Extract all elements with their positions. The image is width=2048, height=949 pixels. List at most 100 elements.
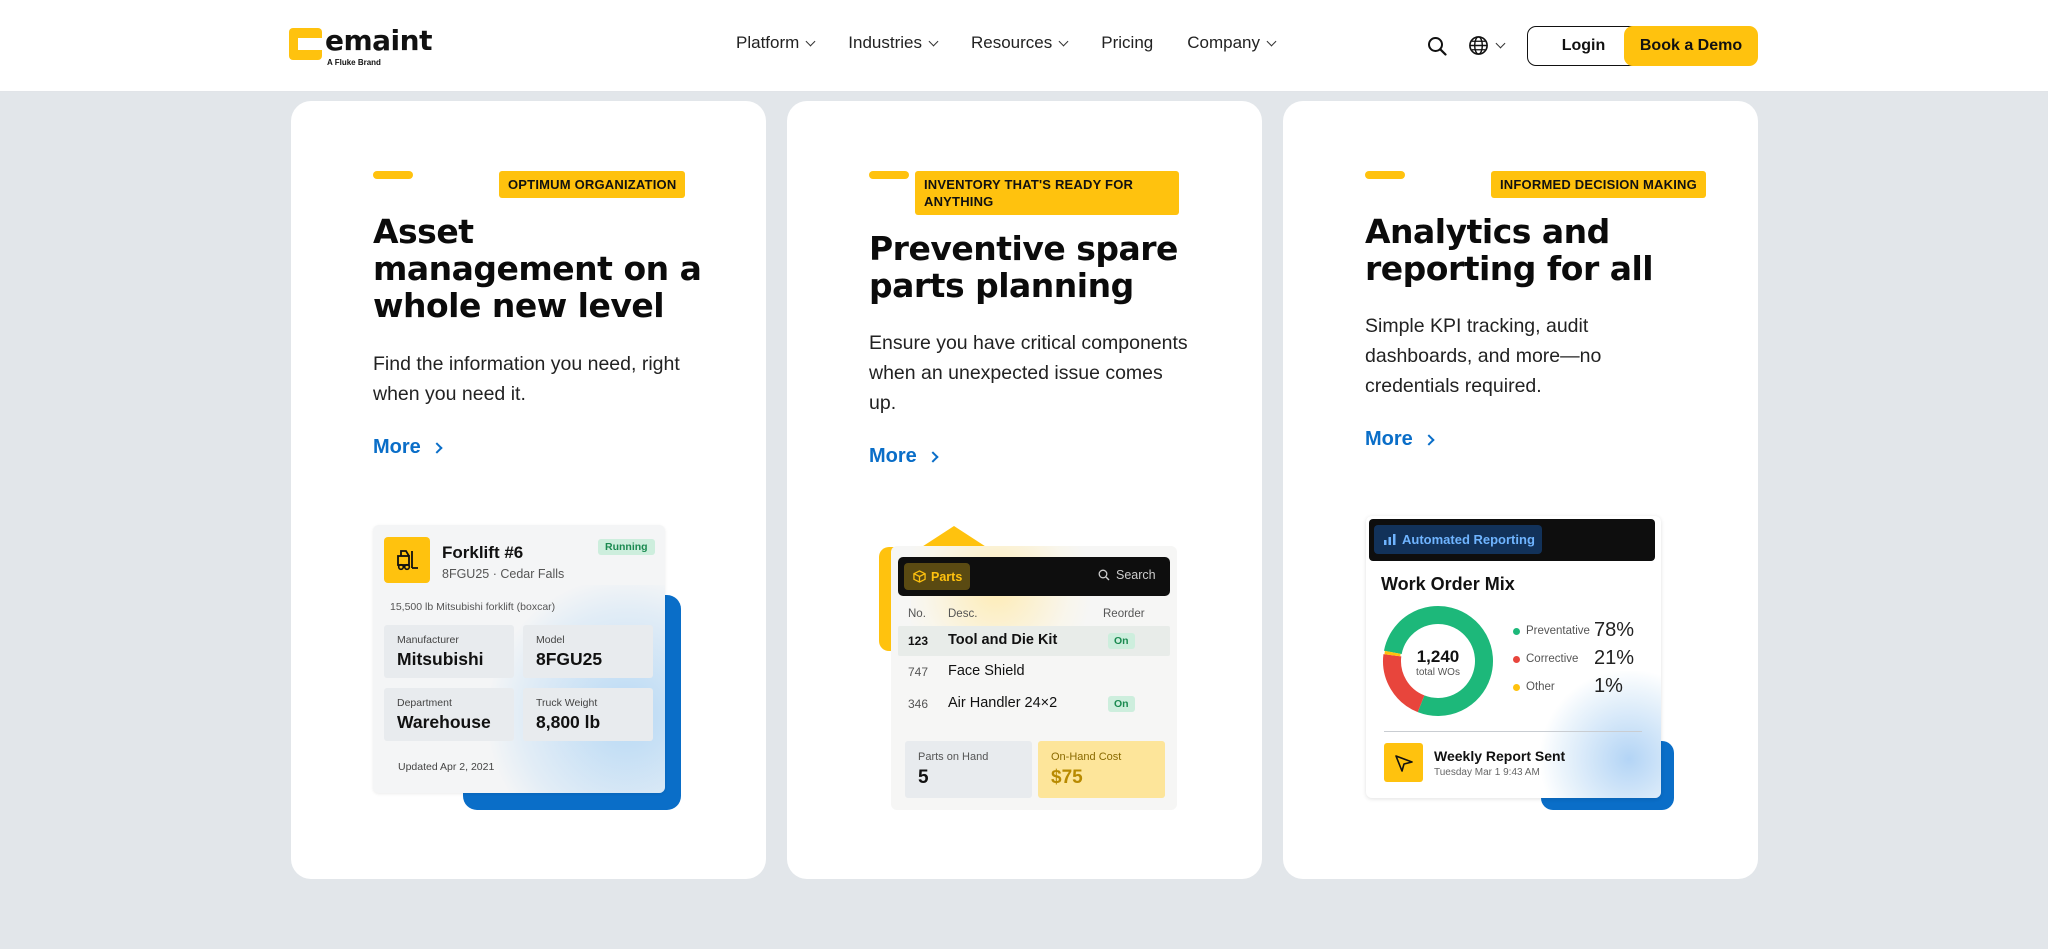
reporting-mockup: Automated Reporting Work Order Mix 1,240… <box>1366 516 1661 798</box>
report-date: Tuesday Mar 1 9:43 AM <box>1434 767 1540 778</box>
col-header-reorder: Reorder <box>1103 608 1145 620</box>
reporting-toolbar: Automated Reporting <box>1369 519 1655 561</box>
field-label: Department <box>397 697 452 709</box>
asset-description: 15,500 lb Mitsubishi forklift (boxcar) <box>390 601 556 613</box>
more-label: More <box>373 436 421 458</box>
legend-pct-preventative: 78% <box>1594 619 1635 641</box>
card-title: Preventive spare parts planning <box>869 229 1178 305</box>
donut-total-label: total WOs <box>1416 667 1460 678</box>
part-desc: Tool and Die Kit <box>948 632 1058 648</box>
accent-dash <box>1365 171 1405 179</box>
chevron-right-icon <box>431 441 443 454</box>
search-icon[interactable] <box>1427 36 1447 56</box>
more-label: More <box>869 445 917 467</box>
globe-icon <box>1469 36 1488 55</box>
legend-preventative: Preventative <box>1513 625 1590 637</box>
table-row: 123 Tool and Die Kit On <box>898 626 1170 656</box>
language-selector[interactable] <box>1468 35 1506 56</box>
part-no: 747 <box>908 665 929 679</box>
chevron-down-icon <box>928 36 939 46</box>
legend-label: Corrective <box>1526 653 1579 665</box>
table-row: 346 Air Handler 24×2 On <box>898 689 1170 719</box>
chevron-down-icon <box>805 36 816 46</box>
legend-dot <box>1513 627 1520 635</box>
reorder-badge: On <box>1108 696 1135 712</box>
eyebrow-tag: INVENTORY THAT'S READY FOR ANYTHING <box>915 171 1179 215</box>
parts-toolbar: Parts Search <box>898 557 1170 596</box>
forklift-icon <box>384 537 430 583</box>
logo-tagline: A Fluke Brand <box>327 58 381 67</box>
reorder-badge: On <box>1108 633 1135 649</box>
eyebrow-tag: INFORMED DECISION MAKING <box>1491 171 1706 198</box>
chevron-right-icon <box>1423 433 1435 446</box>
stat-value: $75 <box>1051 767 1083 788</box>
site-header: emaint A Fluke Brand Platform Industries… <box>0 0 2048 92</box>
card-description: Simple KPI tracking, audit dashboards, a… <box>1365 315 1602 397</box>
card-description: Find the information you need, right whe… <box>373 353 680 405</box>
asset-record-mockup: Forklift #6 8FGU25 · Cedar Falls Running… <box>373 525 665 793</box>
legend-dot <box>1513 683 1520 691</box>
nav-resources[interactable]: Resources <box>971 33 1069 53</box>
card-description: Ensure you have critical components when… <box>869 332 1188 414</box>
legend-label: Preventative <box>1526 625 1590 637</box>
logo-wordmark: emaint <box>325 24 432 57</box>
status-badge: Running <box>598 539 655 555</box>
legend-corrective: Corrective <box>1513 653 1578 665</box>
report-title: Weekly Report Sent <box>1434 748 1566 764</box>
automated-reporting-tab: Automated Reporting <box>1374 525 1542 554</box>
more-link[interactable]: More <box>1365 428 1435 451</box>
feature-card-asset-management: OPTIMUM ORGANIZATION Asset management on… <box>291 101 766 879</box>
search-icon <box>1098 569 1110 581</box>
nav-industries[interactable]: Industries <box>848 33 939 53</box>
stat-label: On-Hand Cost <box>1051 751 1122 763</box>
card-title: Asset management on a whole new level <box>373 212 702 325</box>
asset-subtitle: 8FGU25 · Cedar Falls <box>442 567 565 581</box>
divider <box>1384 731 1642 732</box>
book-demo-button[interactable]: Book a Demo <box>1624 26 1758 66</box>
nav-label: Industries <box>848 33 922 52</box>
nav-label: Pricing <box>1101 33 1154 52</box>
stat-on-hand-cost: On-Hand Cost $75 <box>1038 741 1165 798</box>
legend-pct-other: 1% <box>1594 675 1623 697</box>
legend-pct-corrective: 21% <box>1594 647 1635 669</box>
chevron-down-icon <box>1058 36 1069 46</box>
chart-title: Work Order Mix <box>1381 574 1515 594</box>
field-value: Mitsubishi <box>397 649 484 669</box>
part-desc: Air Handler 24×2 <box>948 695 1058 711</box>
card-title: Analytics and reporting for all <box>1365 212 1654 288</box>
nav-pricing[interactable]: Pricing <box>1101 33 1153 53</box>
emaint-logo[interactable]: emaint A Fluke Brand <box>289 24 432 67</box>
asset-name: Forklift #6 <box>442 543 524 562</box>
table-row: 747 Face Shield <box>898 657 1170 687</box>
feature-card-spare-parts: INVENTORY THAT'S READY FOR ANYTHING Prev… <box>787 101 1262 879</box>
more-label: More <box>1365 428 1413 450</box>
col-header-desc: Desc. <box>948 608 978 620</box>
part-desc: Face Shield <box>948 663 1025 679</box>
part-no: 123 <box>908 634 929 648</box>
part-no: 346 <box>908 697 929 711</box>
work-order-donut-chart: 1,240 total WOs <box>1383 606 1493 716</box>
nav-platform[interactable]: Platform <box>736 33 816 53</box>
eyebrow-tag: OPTIMUM ORGANIZATION <box>499 171 686 198</box>
field-label: Model <box>536 634 565 646</box>
field-value: 8,800 lb <box>536 712 601 732</box>
nav-label: Resources <box>971 33 1053 52</box>
logo-mark-icon <box>289 28 322 60</box>
bar-chart-icon <box>1384 534 1396 545</box>
col-header-no: No. <box>908 608 926 620</box>
legend-other: Other <box>1513 681 1555 693</box>
more-link[interactable]: More <box>373 436 443 459</box>
parts-inventory-mockup: Parts Search No. Desc. Reorder 123 Tool … <box>891 546 1177 810</box>
parts-tab-label: Parts <box>931 569 963 584</box>
stat-parts-on-hand: Parts on Hand 5 <box>905 741 1032 798</box>
tab-label: Automated Reporting <box>1402 532 1535 547</box>
accent-dash <box>869 171 909 179</box>
nav-label: Platform <box>736 33 800 52</box>
field-department: Department Warehouse <box>384 688 514 741</box>
updated-date: Updated Apr 2, 2021 <box>398 761 495 773</box>
field-label: Manufacturer <box>397 634 459 646</box>
field-manufacturer: Manufacturer Mitsubishi <box>384 625 514 678</box>
more-link[interactable]: More <box>869 445 939 468</box>
field-value: Warehouse <box>397 712 491 732</box>
nav-company[interactable]: Company <box>1187 33 1277 53</box>
